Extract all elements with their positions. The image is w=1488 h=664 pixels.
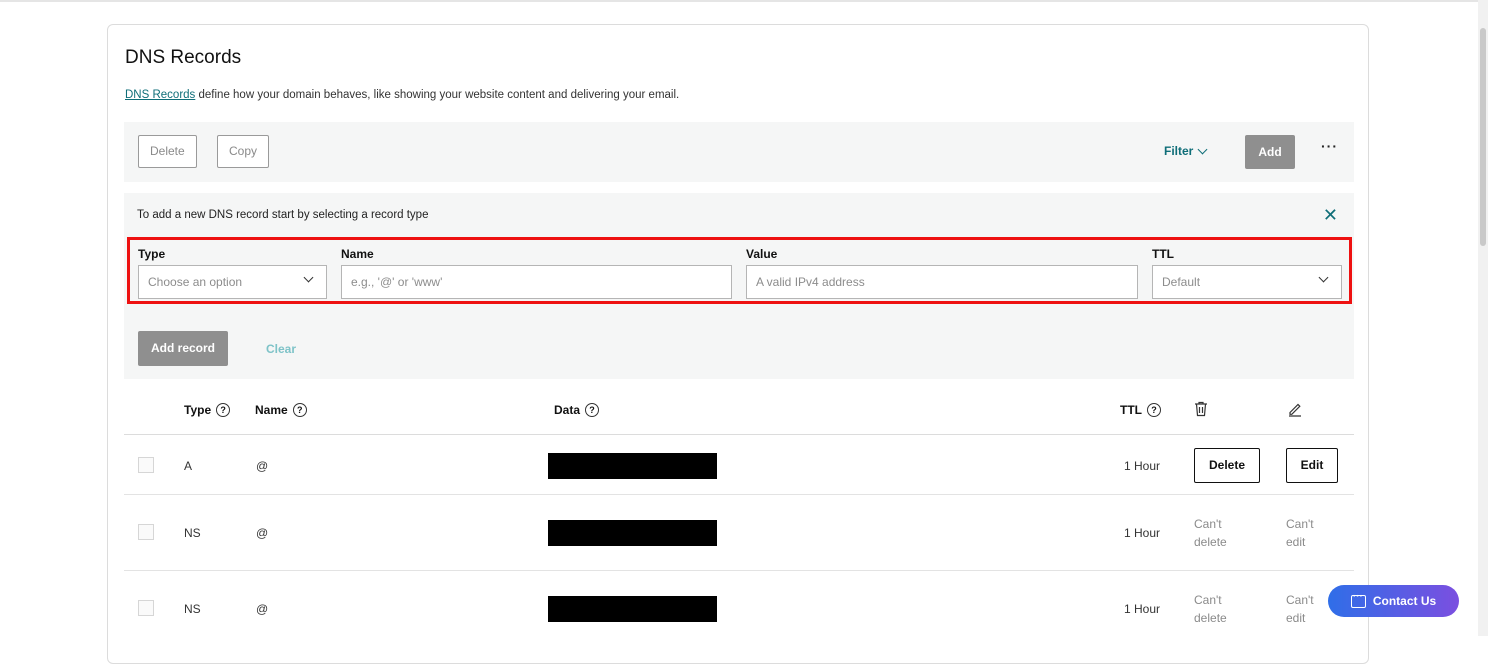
- cant-edit-text: Can't edit: [1286, 591, 1314, 627]
- chevron-down-icon: [303, 272, 314, 283]
- ttl-select[interactable]: Default: [1152, 265, 1342, 299]
- more-options-button[interactable]: ···: [1321, 138, 1338, 154]
- add-record-hint: To add a new DNS record start by selecti…: [137, 209, 429, 221]
- redacted-data: [548, 596, 717, 622]
- top-divider: [0, 0, 1478, 2]
- redacted-data: [548, 453, 717, 479]
- page-title: DNS Records: [125, 47, 242, 68]
- cant-delete-line2: delete: [1194, 535, 1227, 549]
- dns-records-card: DNS Records DNS Records define how your …: [107, 24, 1369, 664]
- description-text: define how your domain behaves, like sho…: [195, 89, 680, 101]
- row-checkbox[interactable]: [138, 524, 154, 540]
- close-icon[interactable]: ✕: [1323, 205, 1338, 226]
- help-icon[interactable]: ?: [216, 403, 231, 417]
- row-name: @: [256, 602, 269, 616]
- row-checkbox[interactable]: [138, 457, 154, 473]
- dns-records-link[interactable]: DNS Records: [125, 89, 195, 101]
- type-placeholder: Choose an option: [148, 275, 243, 289]
- delete-button[interactable]: Delete: [138, 135, 197, 168]
- row-delete-button[interactable]: Delete: [1194, 448, 1260, 483]
- row-edit-button[interactable]: Edit: [1286, 448, 1338, 483]
- help-icon[interactable]: ?: [585, 403, 600, 417]
- redacted-data: [548, 520, 717, 546]
- type-label: Type: [138, 247, 166, 261]
- cant-delete-line2: delete: [1194, 611, 1227, 625]
- cant-delete-text: Can't delete: [1194, 591, 1227, 627]
- name-label: Name: [341, 247, 374, 261]
- section-description: DNS Records define how your domain behav…: [125, 89, 679, 101]
- header-name: Name ?: [255, 403, 307, 417]
- row-name: @: [256, 459, 269, 473]
- records-toolbar: Delete Copy Filter Add ···: [124, 122, 1354, 182]
- header-ttl-label: TTL: [1120, 403, 1142, 417]
- value-placeholder: A valid IPv4 address: [756, 275, 865, 289]
- header-name-label: Name: [255, 403, 288, 417]
- row-type: A: [184, 459, 193, 473]
- scrollbar-thumb[interactable]: [1480, 28, 1486, 246]
- row-ttl: 1 Hour: [1124, 602, 1161, 616]
- cant-edit-line1: Can't: [1286, 517, 1314, 531]
- row-checkbox[interactable]: [138, 600, 154, 616]
- help-icon[interactable]: ?: [1147, 403, 1161, 417]
- cant-edit-line1: Can't: [1286, 593, 1314, 607]
- ttl-value: Default: [1162, 275, 1201, 289]
- add-button[interactable]: Add: [1245, 135, 1295, 169]
- header-data: Data ?: [554, 403, 600, 417]
- type-select[interactable]: Choose an option: [138, 265, 327, 299]
- contact-us-label: Contact Us: [1372, 594, 1437, 608]
- add-record-panel: To add a new DNS record start by selecti…: [124, 193, 1354, 379]
- add-record-button[interactable]: Add record: [138, 331, 228, 366]
- value-label: Value: [746, 247, 778, 261]
- header-data-label: Data: [554, 403, 581, 417]
- copy-button[interactable]: Copy: [217, 135, 270, 168]
- value-input[interactable]: A valid IPv4 address: [746, 265, 1138, 299]
- table-row: A @ 1 Hour Delete Edit: [124, 435, 1354, 495]
- page-scrollbar[interactable]: [1478, 0, 1488, 636]
- trash-icon: [1194, 401, 1208, 417]
- row-type: NS: [184, 526, 201, 540]
- pencil-icon: [1287, 401, 1303, 417]
- name-input[interactable]: e.g., '@' or 'www': [341, 265, 732, 299]
- row-name: @: [256, 526, 269, 540]
- help-icon[interactable]: ?: [292, 403, 307, 417]
- cant-edit-line2: edit: [1286, 611, 1306, 625]
- row-ttl: 1 Hour: [1124, 459, 1161, 473]
- cant-edit-line2: edit: [1286, 535, 1306, 549]
- cant-delete-line1: Can't: [1194, 517, 1222, 531]
- row-type: NS: [184, 602, 201, 616]
- chevron-down-icon: [1197, 144, 1208, 154]
- cant-delete-text: Can't delete: [1194, 515, 1227, 551]
- contact-us-button[interactable]: Contact Us: [1328, 585, 1459, 617]
- clear-button[interactable]: Clear: [266, 342, 296, 356]
- chat-icon: [1350, 591, 1366, 608]
- cant-delete-line1: Can't: [1194, 593, 1222, 607]
- name-placeholder: e.g., '@' or 'www': [351, 275, 443, 289]
- header-ttl: TTL ?: [1120, 403, 1161, 417]
- chevron-down-icon: [1318, 272, 1329, 283]
- ttl-label: TTL: [1152, 247, 1174, 261]
- filter-label: Filter: [1164, 144, 1194, 158]
- row-ttl: 1 Hour: [1124, 526, 1161, 540]
- table-row: NS @ 1 Hour Can't delete Can't edit: [124, 495, 1354, 571]
- header-type: Type ?: [184, 403, 231, 417]
- header-type-label: Type: [184, 403, 212, 417]
- filter-dropdown[interactable]: Filter: [1164, 144, 1208, 158]
- cant-edit-text: Can't edit: [1286, 515, 1314, 551]
